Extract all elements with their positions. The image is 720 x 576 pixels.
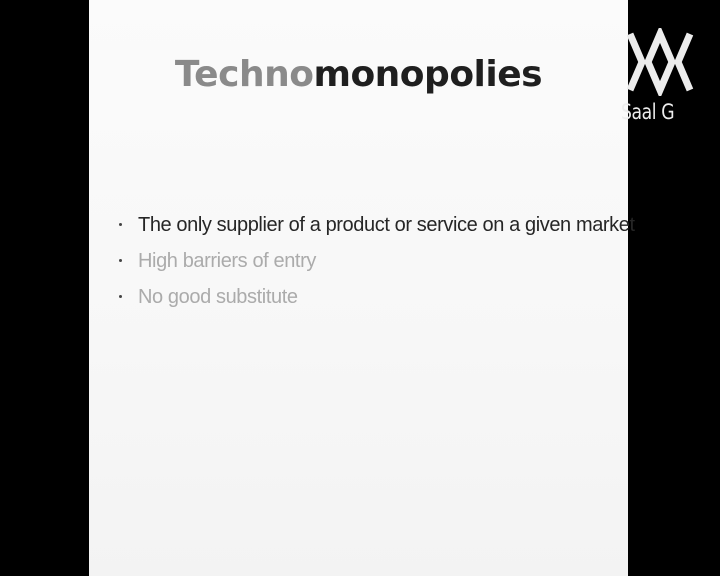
presentation-slide: Technomonopolies The only supplier of a … [89, 0, 635, 576]
bullet-item: The only supplier of a product or servic… [119, 210, 635, 246]
bullet-text: High barriers of entry [138, 250, 316, 272]
bullet-text: No good substitute [138, 286, 298, 308]
slide-title-prefix: Techno [174, 54, 314, 95]
slide-title: Technomonopolies [89, 54, 628, 95]
bullet-item: No good substitute [119, 282, 619, 318]
channel-logo-text: Saal G [621, 100, 675, 124]
slide-title-suffix: monopolies [313, 54, 543, 95]
channel-logo-icon [626, 28, 694, 96]
bullet-dot-icon [119, 223, 122, 226]
video-frame: Technomonopolies The only supplier of a … [0, 0, 720, 576]
bullet-dot-icon [119, 259, 122, 262]
bullet-text: The only supplier of a product or servic… [138, 214, 635, 236]
bullet-dot-icon [119, 295, 122, 298]
bullet-item: High barriers of entry [119, 246, 619, 282]
bullet-list: The only supplier of a product or servic… [119, 210, 635, 318]
